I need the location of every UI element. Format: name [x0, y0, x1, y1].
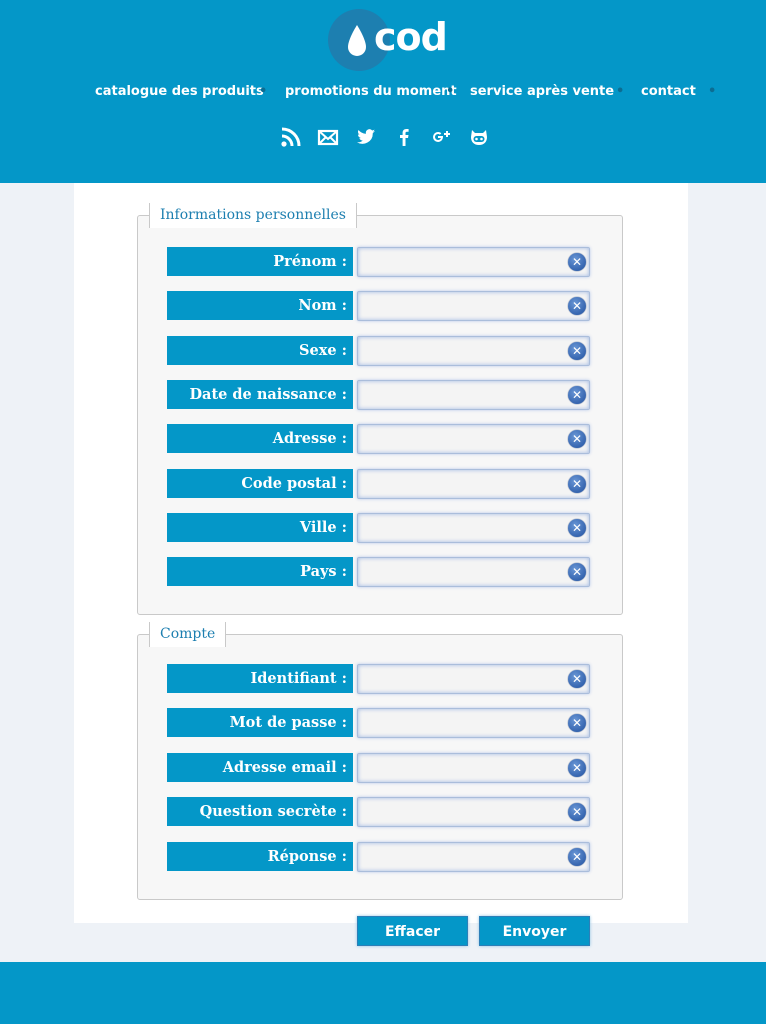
field-row-ville: Ville : ✕	[167, 513, 597, 543]
email-input[interactable]	[362, 757, 562, 781]
sexe-label: Sexe :	[167, 336, 353, 365]
question-secrete-field: ✕	[357, 797, 590, 827]
field-row-pays: Pays : ✕	[167, 557, 597, 587]
identifiant-label: Identifiant :	[167, 664, 353, 693]
identifiant-field: ✕	[357, 664, 590, 694]
water-drop-icon	[348, 25, 366, 56]
code-postal-label: Code postal :	[167, 469, 353, 498]
personal-info-fieldset: Informations personnelles Prénom : ✕ Nom…	[137, 203, 623, 615]
clear-icon[interactable]: ✕	[568, 386, 586, 404]
pays-input[interactable]	[362, 561, 562, 585]
nav-promotions[interactable]: promotions du moment	[285, 84, 457, 99]
nav-contact[interactable]: contact	[641, 84, 696, 99]
pays-label: Pays :	[167, 557, 353, 586]
nav-catalogue[interactable]: catalogue des produits	[95, 84, 264, 99]
clear-icon[interactable]: ✕	[568, 563, 586, 581]
nav-separator: •	[616, 84, 625, 99]
form-panel: Informations personnelles Prénom : ✕ Nom…	[74, 183, 688, 923]
email-label: Adresse email :	[167, 753, 353, 782]
sexe-input[interactable]	[362, 340, 562, 364]
date-naissance-field: ✕	[357, 380, 590, 410]
field-row-code-postal: Code postal : ✕	[167, 469, 597, 499]
account-fieldset: Compte Identifiant : ✕ Mot de passe : ✕ …	[137, 622, 623, 900]
field-row-mot-de-passe: Mot de passe : ✕	[167, 708, 597, 738]
adresse-input[interactable]	[362, 428, 562, 452]
clear-icon[interactable]: ✕	[568, 670, 586, 688]
nav-service[interactable]: service après vente	[470, 84, 614, 99]
clear-icon[interactable]: ✕	[568, 342, 586, 360]
clear-icon[interactable]: ✕	[568, 519, 586, 537]
rss-icon[interactable]	[280, 126, 304, 148]
twitter-icon[interactable]	[355, 126, 379, 148]
question-secrete-label: Question secrète :	[167, 797, 353, 826]
field-row-nom: Nom : ✕	[167, 291, 597, 321]
site-logo[interactable]: cod	[328, 9, 448, 71]
ville-label: Ville :	[167, 513, 353, 542]
nom-field: ✕	[357, 291, 590, 321]
reponse-label: Réponse :	[167, 842, 353, 871]
logo-text: cod	[374, 15, 448, 59]
field-row-date-naissance: Date de naissance : ✕	[167, 380, 597, 410]
reponse-field: ✕	[357, 842, 590, 872]
site-footer	[0, 962, 766, 1024]
date-naissance-input[interactable]	[362, 384, 562, 408]
submit-button[interactable]: Envoyer	[479, 916, 590, 946]
nav-separator: •	[708, 84, 717, 99]
reset-button[interactable]: Effacer	[357, 916, 468, 946]
date-naissance-label: Date de naissance :	[167, 380, 353, 409]
mot-de-passe-label: Mot de passe :	[167, 708, 353, 737]
mail-icon[interactable]	[317, 126, 341, 148]
pays-field: ✕	[357, 557, 590, 587]
question-secrete-input[interactable]	[362, 801, 562, 825]
personal-info-legend: Informations personnelles	[149, 203, 357, 228]
prenom-field: ✕	[357, 247, 590, 277]
field-row-sexe: Sexe : ✕	[167, 336, 597, 366]
clear-icon[interactable]: ✕	[568, 714, 586, 732]
social-links	[278, 126, 498, 150]
clear-icon[interactable]: ✕	[568, 759, 586, 777]
prenom-label: Prénom :	[167, 247, 353, 276]
clear-icon[interactable]: ✕	[568, 430, 586, 448]
mot-de-passe-field: ✕	[357, 708, 590, 738]
ville-field: ✕	[357, 513, 590, 543]
clear-icon[interactable]: ✕	[568, 297, 586, 315]
github-icon[interactable]	[468, 126, 492, 148]
prenom-input[interactable]	[362, 251, 562, 275]
mot-de-passe-input[interactable]	[362, 712, 562, 736]
ville-input[interactable]	[362, 517, 562, 541]
nom-input[interactable]	[362, 295, 562, 319]
field-row-reponse: Réponse : ✕	[167, 842, 597, 872]
nav-separator: •	[259, 84, 268, 99]
field-row-email: Adresse email : ✕	[167, 753, 597, 783]
adresse-label: Adresse :	[167, 424, 353, 453]
clear-icon[interactable]: ✕	[568, 803, 586, 821]
clear-icon[interactable]: ✕	[568, 848, 586, 866]
email-field: ✕	[357, 753, 590, 783]
clear-icon[interactable]: ✕	[568, 475, 586, 493]
field-row-question-secrete: Question secrète : ✕	[167, 797, 597, 827]
field-row-prenom: Prénom : ✕	[167, 247, 597, 277]
code-postal-field: ✕	[357, 469, 590, 499]
sexe-field: ✕	[357, 336, 590, 366]
identifiant-input[interactable]	[362, 668, 562, 692]
google-plus-icon[interactable]	[430, 126, 454, 148]
field-row-identifiant: Identifiant : ✕	[167, 664, 597, 694]
field-row-adresse: Adresse : ✕	[167, 424, 597, 454]
code-postal-input[interactable]	[362, 473, 562, 497]
reponse-input[interactable]	[362, 846, 562, 870]
clear-icon[interactable]: ✕	[568, 253, 586, 271]
adresse-field: ✕	[357, 424, 590, 454]
facebook-icon[interactable]	[393, 126, 417, 148]
nav-separator: •	[446, 84, 455, 99]
account-legend: Compte	[149, 622, 227, 647]
main-nav: catalogue des produits • promotions du m…	[0, 80, 766, 106]
nom-label: Nom :	[167, 291, 353, 320]
site-header: cod catalogue des produits • promotions …	[0, 0, 766, 183]
